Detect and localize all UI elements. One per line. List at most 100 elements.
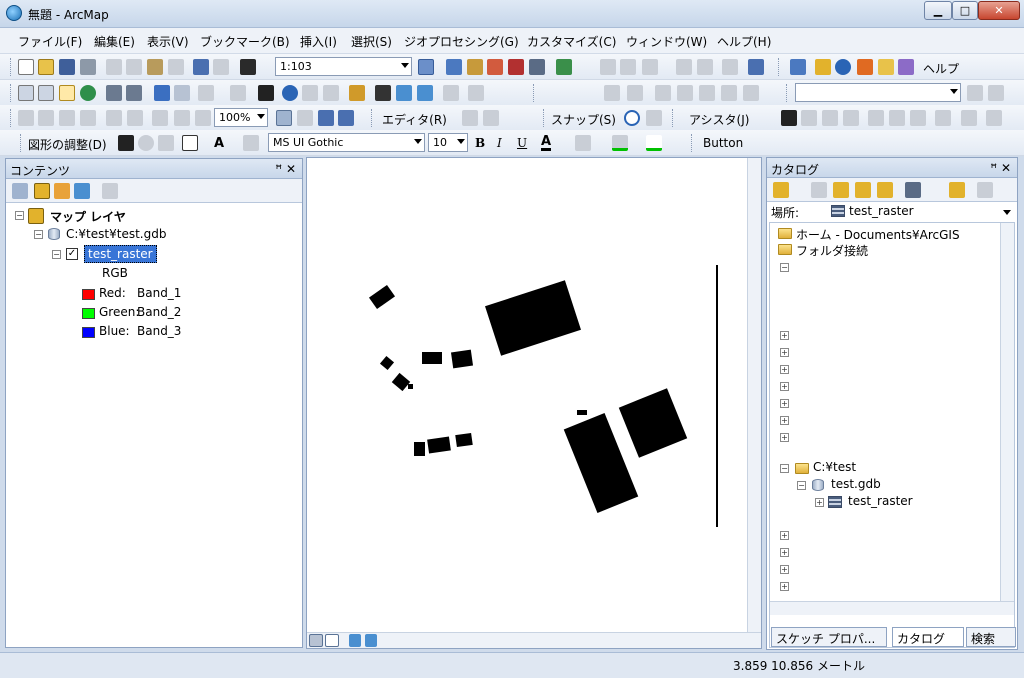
tab-sketch-properties[interactable]: スケッチ プロパ... (771, 627, 887, 647)
layout-zoom-combo[interactable]: 100% (214, 108, 268, 127)
underline-button[interactable]: U (517, 136, 527, 150)
add-data-plus-icon[interactable] (815, 59, 831, 75)
toolbar-grip[interactable] (10, 109, 13, 127)
menu-customize[interactable]: カスタマイズ(C) (527, 33, 616, 50)
straight-segment-icon[interactable] (620, 59, 636, 75)
rectangle-icon[interactable] (182, 135, 198, 151)
pin-close-icon[interactable]: ꟸ ✕ (275, 162, 296, 176)
home-folder-item[interactable]: ホーム - Documents¥ArcGIS (796, 226, 960, 243)
generalize-icon[interactable] (961, 110, 977, 126)
full-extent-icon[interactable] (80, 85, 96, 101)
zoom-out-icon[interactable] (38, 85, 54, 101)
collapse-icon[interactable]: − (780, 263, 789, 272)
italic-button[interactable]: I (497, 136, 502, 150)
layout-view-toggle-icon[interactable] (325, 634, 339, 647)
pin-close-icon[interactable]: ꟸ ✕ (990, 161, 1011, 175)
edit-annotation-icon[interactable] (843, 110, 859, 126)
marker-color-icon[interactable] (646, 135, 662, 151)
find-binoculars-icon[interactable] (375, 85, 391, 101)
identify-tool-icon[interactable] (282, 85, 298, 101)
back-icon[interactable] (773, 182, 789, 198)
hyperlink-icon[interactable] (857, 59, 873, 75)
home-folder-icon[interactable] (855, 182, 871, 198)
rotate-element-icon[interactable] (138, 135, 154, 151)
add-data-icon[interactable] (240, 59, 256, 75)
editor-menu-button[interactable]: エディタ(R) (382, 111, 447, 128)
time-window-icon[interactable] (443, 85, 459, 101)
c-test-item[interactable]: C:¥test (813, 460, 856, 474)
undo-icon[interactable] (193, 59, 209, 75)
layout-zoom-in-icon[interactable] (18, 110, 34, 126)
list-by-visibility-icon[interactable] (54, 183, 70, 199)
catalog-window-icon[interactable] (467, 59, 483, 75)
new-document-icon[interactable] (18, 59, 34, 75)
toolbar-grip[interactable] (543, 109, 546, 127)
layout-pan-icon[interactable] (59, 110, 75, 126)
collapse-icon[interactable]: − (15, 211, 24, 220)
shared-features-icon[interactable] (655, 85, 671, 101)
layout-view-icon[interactable] (790, 59, 806, 75)
change-layout-icon[interactable] (318, 110, 334, 126)
map-vertical-scrollbar[interactable] (747, 158, 761, 632)
blue-band-swatch[interactable] (82, 327, 95, 338)
fixed-zoom-in-icon[interactable] (106, 85, 122, 101)
data-driven-pages-icon[interactable] (338, 110, 354, 126)
validate-topology-icon[interactable] (721, 85, 737, 101)
font-combo[interactable]: MS UI Gothic (268, 133, 425, 152)
folder-connections-item[interactable]: フォルダ接続 (796, 242, 868, 259)
expand-icon[interactable]: + (780, 348, 789, 357)
list-by-drawing-order-icon[interactable] (12, 183, 28, 199)
search-window-icon[interactable] (487, 59, 503, 75)
map-horizontal-scrollbar[interactable] (307, 632, 761, 648)
tab-catalog[interactable]: カタログ (892, 627, 964, 647)
green-band-swatch[interactable] (82, 308, 95, 319)
fill-color-icon[interactable] (575, 135, 591, 151)
python-window-icon[interactable] (529, 59, 545, 75)
expand-icon[interactable]: + (780, 548, 789, 557)
menu-selection[interactable]: 選択(S) (351, 33, 392, 50)
toolbar-grip[interactable] (672, 109, 675, 127)
expand-icon[interactable]: + (815, 498, 824, 507)
layer-visibility-checkbox[interactable]: ✓ (66, 248, 78, 260)
expand-icon[interactable]: + (780, 365, 789, 374)
properties-icon[interactable] (935, 110, 951, 126)
point-snapping-icon[interactable] (624, 110, 640, 126)
arctoolbox-icon[interactable] (508, 59, 524, 75)
raster-layer-name[interactable]: test_raster (84, 245, 157, 263)
map-layers-label[interactable]: マップ レイヤ (50, 208, 126, 225)
html-popup-icon[interactable] (878, 59, 894, 75)
assist-menu-button[interactable]: アシスタ(J) (689, 111, 749, 128)
model-builder-icon[interactable] (556, 59, 572, 75)
collapse-icon[interactable]: − (34, 230, 43, 239)
collapse-icon[interactable]: − (797, 481, 806, 490)
toolbar-grip[interactable] (10, 58, 13, 76)
fixed-zoom-out-icon[interactable] (126, 85, 142, 101)
view-options-icon[interactable] (905, 182, 921, 198)
map-topology-icon[interactable] (627, 85, 643, 101)
sketch-tool-icon[interactable] (483, 110, 499, 126)
catalog-horizontal-scrollbar[interactable] (770, 601, 1014, 615)
sketch-properties-icon[interactable] (986, 110, 1002, 126)
line-color-icon[interactable] (612, 135, 628, 151)
rotate-icon[interactable] (748, 59, 764, 75)
pause-drawing-icon[interactable] (365, 634, 377, 647)
expand-icon[interactable]: + (780, 331, 789, 340)
print-icon[interactable] (80, 59, 96, 75)
font-size-combo[interactable]: 10 (428, 133, 468, 152)
cut-polygon-icon[interactable] (697, 59, 713, 75)
minimize-button[interactable]: ▁ (924, 1, 952, 20)
hyperlink-tool-icon[interactable] (302, 85, 318, 101)
help-toolbar-label[interactable]: ヘルプ (923, 60, 959, 77)
expand-icon[interactable]: + (780, 416, 789, 425)
menu-geoprocessing[interactable]: ジオプロセシング(G) (404, 33, 519, 50)
copy-icon[interactable] (126, 59, 142, 75)
options-icon[interactable] (102, 183, 118, 199)
new-marker-icon[interactable] (243, 135, 259, 151)
refresh-icon[interactable] (349, 634, 361, 647)
toolbar-grip[interactable] (786, 84, 789, 102)
zoom-layout-icon[interactable] (195, 110, 211, 126)
expand-icon[interactable]: + (780, 565, 789, 574)
bold-button[interactable]: B (475, 136, 485, 150)
expand-icon[interactable]: + (780, 531, 789, 540)
select-tool-icon[interactable] (781, 110, 797, 126)
